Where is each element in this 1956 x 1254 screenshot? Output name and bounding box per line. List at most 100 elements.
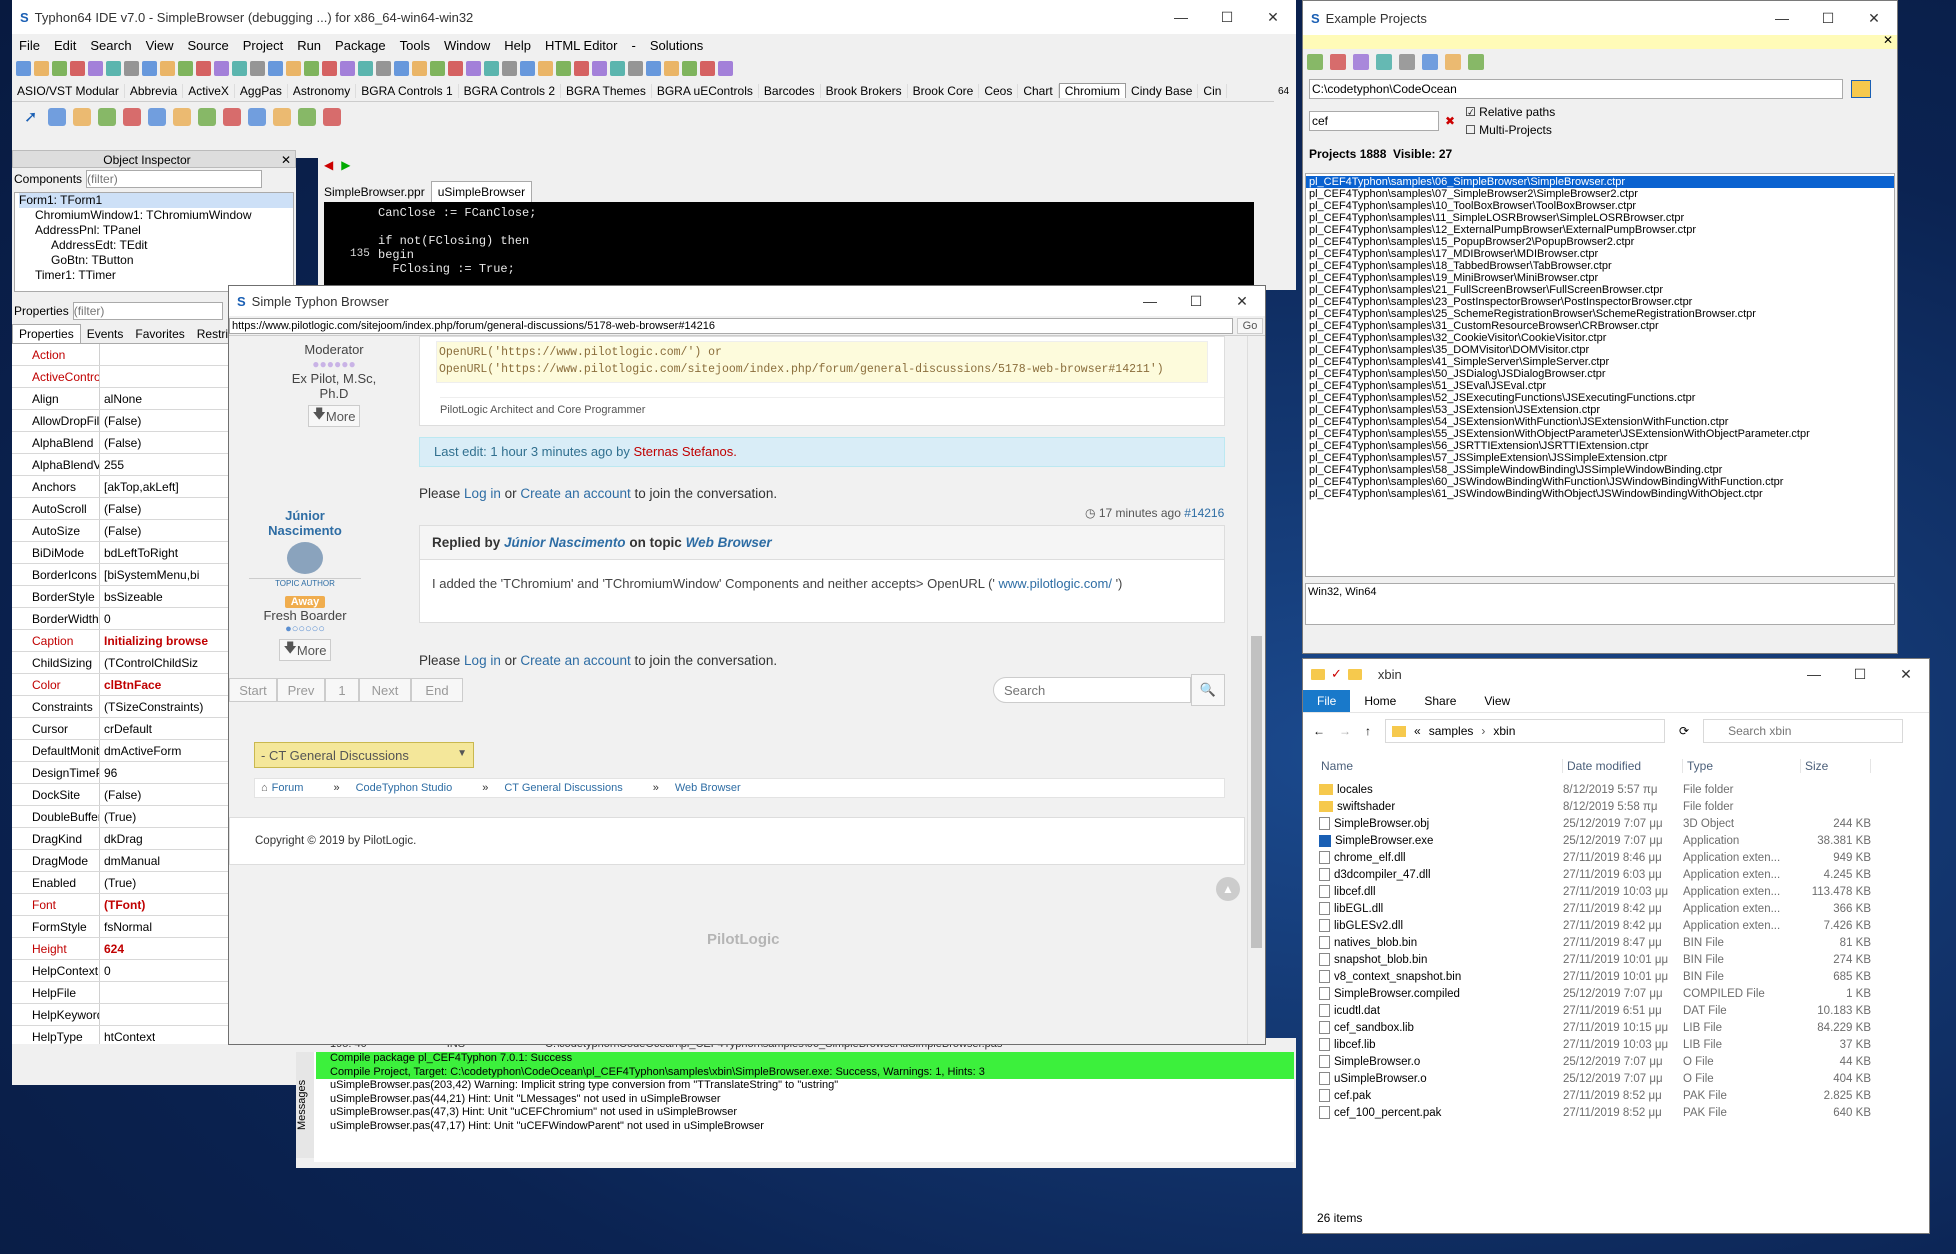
toolbar-tool-icon[interactable] xyxy=(412,60,427,76)
menu-item-10[interactable]: Help xyxy=(497,38,538,53)
property-value[interactable]: clBtnFace xyxy=(100,678,161,692)
toolbar-tool-icon[interactable] xyxy=(628,60,643,76)
message-line[interactable]: uSimpleBrowser.pas(47,3) Hint: Unit "uCE… xyxy=(316,1106,1294,1120)
property-value[interactable]: (True) xyxy=(100,876,136,890)
column-type[interactable]: Type xyxy=(1683,759,1801,773)
file-row[interactable]: natives_blob.bin 27/11/2019 8:47 μμ BIN Fi… xyxy=(1303,934,1929,951)
toolbar-tool-icon[interactable] xyxy=(502,60,517,76)
breadcrumb-item[interactable]: CodeTyphon Studio xyxy=(356,782,453,794)
component-icon[interactable] xyxy=(273,108,292,126)
component-icon[interactable] xyxy=(198,108,217,126)
file-row[interactable]: SimpleBrowser.obj 25/12/2019 7:07 μμ 3D Ob… xyxy=(1303,815,1929,832)
vertical-scrollbar[interactable] xyxy=(1247,336,1265,1044)
file-row[interactable]: libGLESv2.dll 27/11/2019 8:42 μμ Applicati… xyxy=(1303,917,1929,934)
pager-end[interactable]: End xyxy=(411,678,463,702)
palette-tab-0[interactable]: ASIO/VST Modular xyxy=(12,83,125,98)
breadcrumb-item[interactable]: Web Browser xyxy=(675,782,741,794)
components-filter[interactable] xyxy=(86,170,263,188)
palette-tab-10[interactable]: Brook Brokers xyxy=(821,83,908,98)
property-value[interactable]: (TControlChildSiz xyxy=(100,656,198,670)
palette-tab-4[interactable]: Astronomy xyxy=(288,83,357,98)
component-icon[interactable] xyxy=(48,108,67,126)
component-icon[interactable] xyxy=(98,108,117,126)
file-row[interactable]: cef_sandbox.lib 27/11/2019 10:15 μμ LIB Fi… xyxy=(1303,1019,1929,1036)
toolbar-tool-icon[interactable] xyxy=(304,60,319,76)
project-item[interactable]: pl_CEF4Typhon\samples\35_DOMVisitor\DOMV… xyxy=(1306,344,1894,356)
toolbar-tool-icon[interactable] xyxy=(538,60,553,76)
minimize-icon[interactable]: — xyxy=(1791,659,1837,689)
toolbar-tool-icon[interactable] xyxy=(268,60,283,76)
crumb-2[interactable]: xbin xyxy=(1493,724,1515,738)
file-row[interactable]: libEGL.dll 27/11/2019 8:42 μμ Application … xyxy=(1303,900,1929,917)
message-line[interactable]: uSimpleBrowser.pas(47,17) Hint: Unit "uC… xyxy=(316,1120,1294,1134)
maximize-icon[interactable]: ☐ xyxy=(1204,0,1250,34)
toolbar-tool-icon[interactable] xyxy=(16,60,31,76)
close-icon[interactable]: ✕ xyxy=(1219,286,1265,316)
property-value[interactable]: [akTop,akLeft] xyxy=(100,480,179,494)
property-value[interactable]: Initializing browse xyxy=(100,634,208,648)
property-value[interactable]: (TSizeConstraints) xyxy=(100,700,203,714)
project-item[interactable]: pl_CEF4Typhon\samples\31_CustomResourceB… xyxy=(1306,320,1894,332)
property-value[interactable]: bsSizeable xyxy=(100,590,163,604)
forum-search-input[interactable] xyxy=(993,677,1191,703)
examples-tool-icon[interactable] xyxy=(1307,54,1323,70)
project-item[interactable]: pl_CEF4Typhon\samples\32_CookieVisitor\C… xyxy=(1306,332,1894,344)
post-id-link[interactable]: #14216 xyxy=(1184,506,1224,520)
property-value[interactable]: fsNormal xyxy=(100,920,152,934)
toolbar-tool-icon[interactable] xyxy=(646,60,661,76)
ribbon-tab-view[interactable]: View xyxy=(1470,690,1524,712)
toolbar-tool-icon[interactable] xyxy=(682,60,697,76)
palette-tab-7[interactable]: BGRA Themes xyxy=(561,83,652,98)
arrow-left-icon[interactable]: ◀ xyxy=(324,158,333,172)
palette-tab-12[interactable]: Ceos xyxy=(979,83,1019,98)
multi-projects-checkbox[interactable]: ☐ xyxy=(1465,123,1476,137)
project-item[interactable]: pl_CEF4Typhon\samples\06_SimpleBrowser\S… xyxy=(1306,176,1894,188)
property-value[interactable]: (False) xyxy=(100,524,141,538)
toolbar-tool-icon[interactable] xyxy=(250,60,265,76)
examples-tool-icon[interactable] xyxy=(1353,54,1369,70)
editor-tab-1[interactable]: uSimpleBrowser xyxy=(430,181,533,202)
maximize-icon[interactable]: ☐ xyxy=(1805,1,1851,35)
pointer-icon[interactable]: ➚ xyxy=(16,107,45,127)
minimize-icon[interactable]: — xyxy=(1127,286,1173,316)
examples-tool-icon[interactable] xyxy=(1399,54,1415,70)
tree-node[interactable]: ChromiumWindow1: TChromiumWindow xyxy=(19,208,293,223)
clear-filter-icon[interactable]: ✖ xyxy=(1445,114,1455,128)
palette-tab-8[interactable]: BGRA uEControls xyxy=(652,83,759,98)
project-item[interactable]: pl_CEF4Typhon\samples\50_JSDialog\JSDial… xyxy=(1306,368,1894,380)
property-value[interactable]: 0 xyxy=(100,612,111,626)
property-value[interactable]: dmManual xyxy=(100,854,160,868)
menu-item-4[interactable]: Source xyxy=(181,38,236,53)
project-item[interactable]: pl_CEF4Typhon\samples\61_JSWindowBinding… xyxy=(1306,488,1894,500)
toolbar-tool-icon[interactable] xyxy=(232,60,247,76)
toolbar-tool-icon[interactable] xyxy=(520,60,535,76)
component-icon[interactable] xyxy=(323,108,342,126)
file-row[interactable]: icudtl.dat 27/11/2019 6:51 μμ DAT File 10.1… xyxy=(1303,1002,1929,1019)
property-value[interactable]: (False) xyxy=(100,502,141,516)
palette-tab-1[interactable]: Abbrevia xyxy=(125,83,184,98)
menu-item-13[interactable]: Solutions xyxy=(643,38,710,53)
body-link[interactable]: www.pilotlogic.com/ xyxy=(999,576,1112,591)
tab-favorites[interactable]: Favorites xyxy=(129,325,190,343)
column-name[interactable]: Name xyxy=(1303,759,1563,773)
property-value[interactable]: htContext xyxy=(100,1030,155,1044)
folder-icon[interactable] xyxy=(1851,80,1871,98)
minimize-icon[interactable]: — xyxy=(1158,0,1204,34)
menu-item-8[interactable]: Tools xyxy=(393,38,437,53)
breadcrumb-item[interactable]: Forum xyxy=(272,782,304,794)
menu-item-12[interactable]: - xyxy=(624,38,642,53)
menu-item-0[interactable]: File xyxy=(12,38,47,53)
close-icon[interactable]: ✕ xyxy=(281,151,295,169)
more-button[interactable]: 🡇 More xyxy=(308,405,360,427)
property-value[interactable]: 255 xyxy=(100,458,124,472)
file-row[interactable]: v8_context_snapshot.bin 27/11/2019 10:01 … xyxy=(1303,968,1929,985)
menu-item-1[interactable]: Edit xyxy=(47,38,83,53)
component-icon[interactable] xyxy=(73,108,92,126)
close-icon[interactable]: ✕ xyxy=(1883,33,1893,47)
pager-next[interactable]: Next xyxy=(359,678,411,702)
property-value[interactable]: crDefault xyxy=(100,722,152,736)
breadcrumb-item[interactable]: CT General Discussions xyxy=(504,782,622,794)
file-row[interactable]: snapshot_blob.bin 27/11/2019 10:01 μμ BIN … xyxy=(1303,951,1929,968)
tree-node[interactable]: AddressEdt: TEdit xyxy=(19,238,293,253)
property-value[interactable]: dkDrag xyxy=(100,832,143,846)
